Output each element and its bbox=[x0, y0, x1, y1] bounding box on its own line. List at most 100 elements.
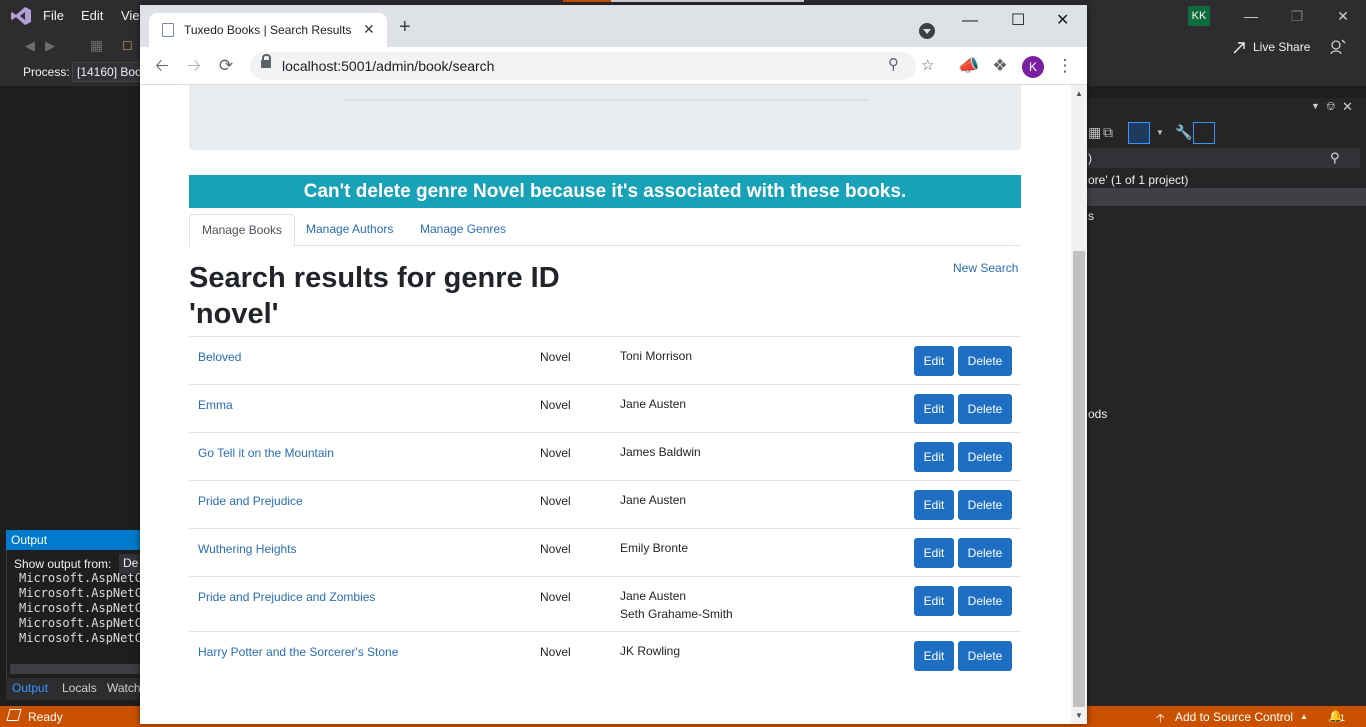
panel-dropdown-icon[interactable]: ▼ bbox=[1311, 101, 1320, 111]
tab-watch[interactable]: Watch bbox=[107, 681, 141, 695]
book-title-cell: Beloved bbox=[189, 336, 540, 385]
author-name: Jane Austen bbox=[620, 589, 687, 603]
window-minimize-icon[interactable]: — bbox=[962, 13, 978, 29]
tab-close-icon[interactable]: ✕ bbox=[363, 21, 375, 38]
vs-forward-icon[interactable]: ▶ bbox=[45, 38, 55, 54]
solution-node[interactable]: ore' (1 of 1 project) bbox=[1088, 173, 1188, 187]
edit-button[interactable]: Edit bbox=[914, 394, 954, 424]
zoom-icon[interactable]: ⚲ bbox=[888, 55, 899, 73]
vs-minimize-icon[interactable]: — bbox=[1236, 6, 1266, 26]
sync-icon[interactable]: ▦ bbox=[1088, 124, 1101, 141]
reload-icon[interactable]: ⟳ bbox=[216, 56, 236, 76]
solution-search-input[interactable] bbox=[1086, 148, 1360, 168]
solution-item[interactable]: s bbox=[1088, 209, 1094, 223]
scroll-up-icon[interactable]: ▲ bbox=[1075, 89, 1083, 98]
book-title-link[interactable]: Pride and Prejudice bbox=[198, 494, 303, 508]
vs-restore-icon[interactable]: ❐ bbox=[1282, 6, 1312, 26]
vs-account-avatar[interactable]: KK bbox=[1188, 6, 1210, 26]
forward-icon[interactable]: 🡢 bbox=[184, 56, 204, 76]
edit-button[interactable]: Edit bbox=[914, 641, 954, 671]
search-form-field[interactable] bbox=[343, 85, 868, 101]
solution-search-text: ) bbox=[1088, 151, 1092, 165]
vs-accent-bar bbox=[611, 0, 804, 2]
delete-button[interactable]: Delete bbox=[958, 641, 1012, 671]
book-authors: Emily Bronte bbox=[620, 528, 900, 577]
output-scrollbar[interactable] bbox=[10, 664, 140, 674]
edit-button[interactable]: Edit bbox=[914, 586, 954, 616]
edit-button[interactable]: Edit bbox=[914, 442, 954, 472]
book-authors: Jane Austen bbox=[620, 384, 900, 433]
live-share-button[interactable]: Live Share bbox=[1253, 40, 1310, 54]
window-maximize-icon[interactable]: ☐ bbox=[1011, 13, 1025, 29]
tab-manage-books[interactable]: Manage Books bbox=[189, 214, 296, 247]
url-text[interactable]: localhost:5001/admin/book/search bbox=[282, 58, 494, 74]
page-scrollbar[interactable]: ▲ ▼ bbox=[1071, 85, 1087, 724]
vs-new-project-icon[interactable]: ▦ bbox=[90, 37, 103, 54]
author-name: James Baldwin bbox=[620, 445, 701, 459]
book-authors: James Baldwin bbox=[620, 432, 900, 481]
toolbar-dropdown-icon[interactable]: ▼ bbox=[1156, 128, 1164, 137]
live-share-icon[interactable] bbox=[1232, 41, 1246, 55]
delete-button[interactable]: Delete bbox=[958, 586, 1012, 616]
extension-megaphone-icon[interactable]: 📣 bbox=[958, 56, 979, 76]
book-title-link[interactable]: Emma bbox=[198, 398, 233, 412]
delete-button[interactable]: Delete bbox=[958, 490, 1012, 520]
book-title-link[interactable]: Go Tell it on the Mountain bbox=[198, 446, 334, 460]
edit-button[interactable]: Edit bbox=[914, 538, 954, 568]
delete-button[interactable]: Delete bbox=[958, 442, 1012, 472]
address-bar[interactable]: localhost:5001/admin/book/search ⚲ ☆ bbox=[250, 52, 934, 80]
panel-pin-icon[interactable]: ⎊ bbox=[1326, 99, 1336, 114]
bookmark-star-icon[interactable]: ☆ bbox=[921, 56, 934, 74]
lock-icon[interactable] bbox=[261, 54, 271, 68]
vs-accent-bar bbox=[563, 0, 611, 2]
vs-menu-edit[interactable]: Edit bbox=[81, 8, 103, 23]
delete-button[interactable]: Delete bbox=[958, 346, 1012, 376]
properties-icon[interactable]: 🔧 bbox=[1175, 124, 1192, 141]
edit-button[interactable]: Edit bbox=[914, 346, 954, 376]
vs-back-icon[interactable]: ◀ bbox=[25, 38, 35, 54]
vs-menu-view[interactable]: Vie bbox=[121, 8, 140, 23]
panel-close-icon[interactable]: ✕ bbox=[1342, 99, 1353, 115]
feedback-icon[interactable] bbox=[1329, 38, 1347, 56]
page-title-line: Search results for genre ID bbox=[189, 262, 560, 294]
extensions-puzzle-icon[interactable]: ❖ bbox=[990, 56, 1010, 76]
book-title-link[interactable]: Wuthering Heights bbox=[198, 542, 297, 556]
author-name: Jane Austen bbox=[620, 397, 687, 411]
vs-open-folder-icon[interactable]: □ bbox=[123, 37, 131, 53]
collapse-all-button[interactable] bbox=[1128, 122, 1150, 144]
browser-tab[interactable]: Tuxedo Books | Search Results ✕ bbox=[149, 13, 387, 47]
search-icon[interactable]: ⚲ bbox=[1330, 150, 1340, 166]
window-close-icon[interactable]: ✕ bbox=[1056, 13, 1069, 29]
tab-locals[interactable]: Locals bbox=[62, 681, 97, 695]
back-icon[interactable]: 🡠 bbox=[152, 56, 172, 76]
process-dropdown[interactable]: [14160] Boo bbox=[72, 62, 142, 82]
vs-close-icon[interactable]: ✕ bbox=[1328, 6, 1358, 26]
book-title-link[interactable]: Harry Potter and the Sorcerer's Stone bbox=[198, 645, 398, 659]
tab-output[interactable]: Output bbox=[12, 681, 48, 695]
add-to-source-control-button[interactable]: Add to Source Control bbox=[1175, 710, 1293, 724]
delete-button[interactable]: Delete bbox=[958, 394, 1012, 424]
tab-manage-authors[interactable]: Manage Authors bbox=[294, 214, 405, 246]
tab-manage-genres[interactable]: Manage Genres bbox=[408, 214, 518, 246]
notifications-count: 1 bbox=[1340, 713, 1346, 723]
edit-button[interactable]: Edit bbox=[914, 490, 954, 520]
solution-item[interactable]: ods bbox=[1088, 407, 1107, 421]
scroll-down-icon[interactable]: ▼ bbox=[1075, 711, 1083, 720]
scrollbar-thumb[interactable] bbox=[1073, 251, 1085, 707]
new-tab-icon[interactable]: + bbox=[399, 17, 411, 37]
new-search-link[interactable]: New Search bbox=[953, 261, 1018, 275]
results-table: Beloved Novel Toni Morrison Edit Delete E… bbox=[189, 336, 1021, 680]
solution-selected-row[interactable] bbox=[1086, 188, 1366, 206]
delete-button[interactable]: Delete bbox=[958, 538, 1012, 568]
book-title-link[interactable]: Beloved bbox=[198, 350, 241, 364]
copy-icon[interactable]: ⧉ bbox=[1103, 124, 1113, 141]
menu-kebab-icon[interactable]: ⋮ bbox=[1055, 56, 1075, 76]
output-panel-title: Output bbox=[6, 530, 140, 550]
tab-search-icon[interactable] bbox=[919, 23, 935, 39]
row-actions: Edit Delete bbox=[900, 528, 1021, 577]
profile-avatar[interactable]: K bbox=[1022, 56, 1044, 78]
chevron-up-icon[interactable]: ▲ bbox=[1300, 712, 1308, 721]
preview-button[interactable] bbox=[1193, 122, 1215, 144]
vs-menu-file[interactable]: File bbox=[43, 8, 64, 23]
book-title-link[interactable]: Pride and Prejudice and Zombies bbox=[198, 590, 375, 604]
